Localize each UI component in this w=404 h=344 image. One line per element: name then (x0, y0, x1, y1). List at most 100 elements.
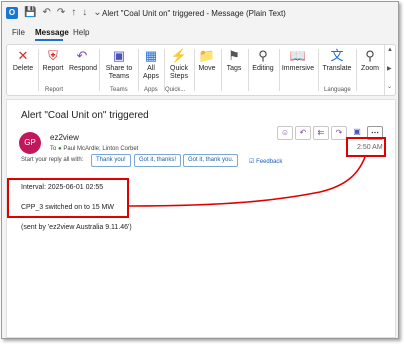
group-separator (279, 49, 280, 91)
window-title: Alert "Coal Unit on" triggered - Message… (102, 9, 286, 18)
more-icon: ⋯ (371, 128, 379, 137)
group-separator (356, 49, 357, 91)
group-separator (194, 49, 195, 91)
all-apps-button[interactable]: ▦ All Apps (140, 48, 162, 81)
reply-icon: ↶ (299, 128, 307, 137)
to-label: To (50, 146, 57, 152)
tab-help[interactable]: Help (73, 28, 89, 37)
folder-move-icon: 📁 (198, 48, 216, 63)
report-label: Report (42, 65, 64, 72)
delete-x-icon: ✕ (17, 48, 29, 63)
quick-reply-button[interactable]: Thank you! (91, 154, 131, 167)
editing-button[interactable]: ⚲ Editing (250, 48, 276, 73)
smiley-icon: ☺ (280, 128, 290, 137)
immersive-button[interactable]: 📖 Immersive (281, 48, 315, 73)
group-label-apps: Apps (144, 87, 158, 93)
recipients[interactable]: Paul McArdle; Linton Corbet (63, 146, 138, 152)
tags-label: Tags (226, 65, 242, 72)
quick-reply-button[interactable]: Got it, thank you. (183, 154, 239, 167)
reply-button[interactable]: ↶ (295, 126, 311, 140)
up-arrow-icon[interactable]: ↑ (71, 7, 76, 19)
teams-icon: ▣ (353, 127, 361, 136)
presence-icon: ● (58, 146, 62, 152)
quick-steps-label: Quick Steps (170, 65, 188, 80)
ribbon-tabs: File Message Help (2, 28, 398, 42)
group-label-teams: Teams (110, 87, 128, 93)
all-apps-label: All Apps (143, 65, 159, 80)
body-highlight-box (7, 178, 129, 218)
feedback-icon: ☑ (249, 159, 255, 165)
tab-file[interactable]: File (12, 28, 25, 37)
group-separator (248, 49, 249, 91)
avatar[interactable]: GP (19, 132, 41, 154)
report-button[interactable]: ⛨ Report (40, 48, 66, 73)
ribbon: ✕ Delete ⛨ Report ↶ Respond Report ▣ Sha… (6, 44, 396, 96)
ribbon-scroll[interactable]: ▲ ▶ ⌄ (384, 45, 395, 95)
title-bar: O 💾 ↶ ↷ ↑ ↓ ⌄ Alert "Coal Unit on" trigg… (2, 2, 398, 26)
qat-customize-icon[interactable]: ⌄ (93, 7, 101, 19)
zoom-icon: ⚲ (365, 48, 375, 63)
respond-button[interactable]: ↶ Respond (69, 48, 98, 73)
move-button[interactable]: 📁 Move (196, 48, 218, 73)
respond-label: Respond (69, 65, 98, 72)
group-separator (38, 49, 39, 91)
delete-label: Delete (12, 65, 34, 72)
ribbon-expand-icon[interactable]: ⌄ (387, 83, 392, 90)
group-label-language: Language (324, 87, 351, 93)
tags-button[interactable]: ⚑ Tags (223, 48, 245, 73)
group-label-report: Report (45, 87, 64, 93)
zoom-label: Zoom (361, 65, 379, 72)
body-signature: (sent by 'ez2view Australia 9.11.46') (21, 224, 132, 231)
reply-prompt: Start your reply all with: (21, 157, 84, 163)
group-label-quick: Quick... (165, 87, 186, 93)
redo-icon[interactable]: ↷ (57, 7, 65, 19)
scroll-up-icon[interactable]: ▲ (387, 47, 393, 53)
reply-all-button[interactable]: ⇇ (313, 126, 329, 140)
group-separator (318, 49, 319, 91)
translate-label: Translate (322, 65, 352, 72)
magnifier-icon: ⚲ (258, 48, 268, 63)
share-to-teams-button[interactable]: ▣ Share to Teams (102, 48, 136, 81)
message-pane: Alert "Coal Unit on" triggered GP ez2vie… (6, 99, 396, 338)
sender-name[interactable]: ez2view (50, 133, 79, 142)
undo-icon[interactable]: ↶ (42, 7, 50, 19)
share-to-teams-label: Share to Teams (105, 65, 133, 80)
feedback-link[interactable]: ☑ Feedback (249, 158, 282, 165)
quick-reply-button[interactable]: Got it, thanks! (134, 154, 182, 167)
immersive-label: Immersive (281, 65, 315, 72)
forward-button[interactable]: ↷ (331, 126, 347, 140)
shield-icon: ⛨ (48, 48, 58, 63)
message-subject: Alert "Coal Unit on" triggered (21, 110, 149, 121)
translate-button[interactable]: 文 Translate (320, 48, 354, 73)
outlook-app-icon: O (6, 7, 18, 19)
group-separator (221, 49, 222, 91)
outlook-message-window: O 💾 ↶ ↷ ↑ ↓ ⌄ Alert "Coal Unit on" trigg… (1, 1, 399, 339)
move-label: Move (198, 65, 216, 72)
teams-icon: ▣ (112, 48, 126, 63)
scroll-right-icon[interactable]: ▶ (387, 65, 392, 72)
immersive-reader-icon: 📖 (289, 48, 307, 63)
time-highlight-box (346, 137, 386, 157)
save-icon[interactable]: 💾 (24, 7, 36, 19)
lightning-icon: ⚡ (170, 48, 188, 63)
recipients-line: To ● Paul McArdle; Linton Corbet (50, 146, 138, 152)
tag-icon: ⚑ (228, 48, 240, 63)
forward-icon: ↷ (335, 128, 343, 137)
quick-steps-button[interactable]: ⚡ Quick Steps (166, 48, 192, 81)
group-separator (138, 49, 139, 91)
zoom-button[interactable]: ⚲ Zoom (358, 48, 382, 73)
active-tab-indicator (35, 39, 63, 41)
delete-button[interactable]: ✕ Delete (11, 48, 35, 73)
reply-all-icon: ⇇ (317, 128, 325, 137)
quick-access-toolbar: O 💾 ↶ ↷ ↑ ↓ ⌄ (6, 7, 102, 19)
editing-label: Editing (252, 65, 274, 72)
reply-icon: ↶ (76, 48, 88, 63)
feedback-label: Feedback (256, 159, 283, 165)
translate-icon: 文 (330, 48, 344, 63)
down-arrow-icon[interactable]: ↓ (82, 7, 87, 19)
apps-icon: ▦ (144, 48, 158, 63)
group-separator (164, 49, 165, 91)
tab-message[interactable]: Message (35, 28, 69, 37)
emoji-reaction-button[interactable]: ☺ (277, 126, 293, 140)
group-separator (99, 49, 100, 91)
